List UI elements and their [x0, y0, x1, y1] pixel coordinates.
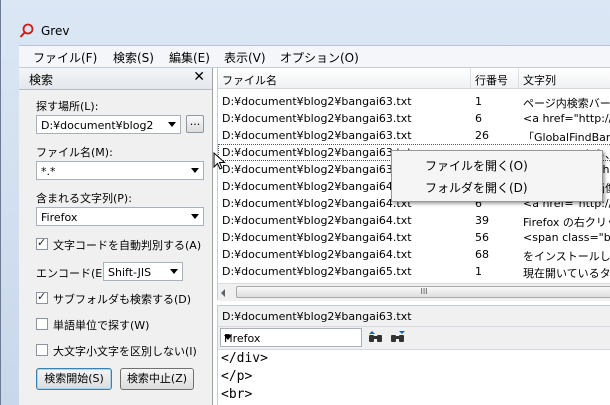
- row-text: <a href="http://w: [523, 112, 610, 125]
- column-filename[interactable]: ファイル名: [222, 72, 277, 88]
- search-panel-title: 検索: [29, 73, 54, 87]
- ignore-case-label: 大文字小文字を区別しない(I): [53, 345, 197, 358]
- results-header: ファイル名 行番号 文字列: [218, 68, 610, 89]
- find-previous-icon[interactable]: [368, 330, 384, 344]
- contains-value: Firefox: [41, 211, 78, 224]
- location-label: 探す場所(L):: [36, 100, 99, 113]
- table-row[interactable]: D:¥document¥blog2¥bangai63.txt 6 <a href…: [218, 110, 610, 127]
- menu-options[interactable]: オプション(O): [280, 49, 359, 66]
- menu-bar: ファイル(F) 検索(S) 編集(E) 表示(V) オプション(O): [19, 45, 610, 68]
- preview-pane: D:¥document¥blog2¥bangai63.txt Firefox <…: [217, 305, 610, 405]
- chevron-down-icon: [168, 122, 176, 127]
- preview-line: <br>: [221, 387, 253, 402]
- chevron-down-icon: [191, 214, 199, 219]
- table-row[interactable]: D:¥document¥blog2¥bangai64.txt 56 <span …: [218, 229, 610, 246]
- find-next-icon[interactable]: [390, 330, 406, 344]
- row-line: 1: [475, 95, 482, 108]
- grev-app-icon: [19, 23, 34, 38]
- close-icon[interactable]: ✕: [193, 69, 205, 85]
- row-line: 39: [475, 214, 489, 227]
- horizontal-scrollbar[interactable]: III: [218, 283, 610, 301]
- search-panel: 検索 ✕ 探す場所(L): D:¥document¥blog2 ... ファイル…: [19, 68, 213, 405]
- table-row[interactable]: D:¥document¥blog2¥bangai64.txt 39 Firefo…: [218, 212, 610, 229]
- menu-file[interactable]: ファイル(F): [33, 49, 97, 66]
- table-row[interactable]: D:¥document¥blog2¥bangai64.txt 68 をインストー…: [218, 246, 610, 263]
- row-file: D:¥document¥blog2¥bangai64.txt: [222, 180, 412, 193]
- chevron-down-icon: [191, 168, 199, 173]
- location-value: D:¥document¥blog2: [41, 119, 154, 132]
- row-file: D:¥document¥blog2¥bangai63.txt: [222, 163, 412, 176]
- row-file: D:¥document¥blog2¥bangai63.txt: [222, 112, 412, 125]
- title-bar[interactable]: Grev: [1, 0, 610, 44]
- encoding-combo[interactable]: Shift-JIS: [103, 262, 183, 281]
- context-menu: ファイルを開く(O) フォルダを開く(D): [391, 150, 603, 202]
- row-file: D:¥document¥blog2¥bangai64.txt: [222, 197, 412, 210]
- auto-detect-checkbox[interactable]: [36, 236, 48, 250]
- preview-path-bar: D:¥document¥blog2¥bangai63.txt: [218, 306, 610, 327]
- start-search-button[interactable]: 検索開始(S): [36, 368, 112, 390]
- browse-button[interactable]: ...: [186, 115, 204, 133]
- column-text[interactable]: 文字列: [523, 72, 556, 88]
- row-file: D:¥document¥blog2¥bangai63.txt: [222, 146, 412, 159]
- row-file: D:¥document¥blog2¥bangai64.txt: [222, 231, 412, 244]
- encoding-label: エンコード(E):: [36, 267, 111, 280]
- grev-window: Grev ファイル(F) 検索(S) 編集(E) 表示(V) オプション(O) …: [0, 0, 610, 405]
- row-line: 56: [475, 231, 489, 244]
- scrollbar-thumb[interactable]: III: [236, 286, 610, 298]
- column-line[interactable]: 行番号: [475, 72, 508, 88]
- contains-combo[interactable]: Firefox: [36, 207, 204, 226]
- preview-search-bar: Firefox: [218, 327, 610, 350]
- mouse-cursor-icon: [213, 152, 226, 170]
- row-file: D:¥document¥blog2¥bangai63.txt: [222, 95, 412, 108]
- row-file: D:¥document¥blog2¥bangai64.txt: [222, 248, 412, 261]
- filename-value: *.*: [41, 165, 56, 178]
- row-file: D:¥document¥blog2¥bangai64.txt: [222, 214, 412, 227]
- stop-search-button[interactable]: 検索中止(Z): [120, 368, 194, 390]
- row-line: 1: [475, 265, 482, 278]
- filename-label: ファイル名(M):: [36, 146, 113, 159]
- row-text: 現在開いているタブ: [523, 267, 610, 280]
- context-open-file[interactable]: ファイルを開く(O): [425, 157, 528, 174]
- preview-line: </div>: [221, 351, 268, 366]
- row-text: をインストールし、Fi: [523, 250, 610, 263]
- column-divider[interactable]: [470, 68, 471, 88]
- encoding-value: Shift-JIS: [108, 266, 152, 279]
- chevron-down-icon: [170, 269, 178, 274]
- table-row[interactable]: D:¥document¥blog2¥bangai63.txt 26 「Globa…: [218, 127, 610, 144]
- row-line: 26: [475, 129, 489, 142]
- row-line: 6: [475, 112, 482, 125]
- subfolders-label: サブフォルダも検索する(D): [53, 293, 192, 306]
- preview-path: D:¥document¥blog2¥bangai63.txt: [222, 310, 412, 323]
- context-open-folder[interactable]: フォルダを開く(D): [425, 179, 528, 196]
- search-panel-header: 検索 ✕: [19, 68, 212, 90]
- table-row[interactable]: D:¥document¥blog2¥bangai65.txt 1 現在開いている…: [218, 263, 610, 280]
- chevron-down-icon: [224, 335, 232, 340]
- whole-word-checkbox[interactable]: [36, 318, 48, 330]
- contains-label: 含まれる文字列(P):: [36, 192, 132, 205]
- row-text: Firefox の右クリック: [523, 216, 610, 229]
- preview-search-combo[interactable]: Firefox: [220, 328, 362, 347]
- column-divider[interactable]: [518, 68, 519, 88]
- scroll-left-arrow-icon[interactable]: [221, 289, 225, 297]
- filename-combo[interactable]: *.*: [36, 161, 204, 180]
- row-text: ページ内検索バー(: [523, 97, 610, 110]
- ignore-case-checkbox[interactable]: [36, 344, 48, 356]
- row-file: D:¥document¥blog2¥bangai65.txt: [222, 265, 412, 278]
- menu-search[interactable]: 検索(S): [113, 49, 154, 66]
- table-row[interactable]: D:¥document¥blog2¥bangai63.txt 1 ページ内検索バ…: [218, 93, 610, 110]
- location-combo[interactable]: D:¥document¥blog2: [36, 115, 181, 134]
- subfolders-checkbox[interactable]: [36, 290, 48, 304]
- client-area: 検索 ✕ 探す場所(L): D:¥document¥blog2 ... ファイル…: [19, 67, 610, 405]
- menu-view[interactable]: 表示(V): [224, 49, 266, 66]
- window-title: Grev: [41, 24, 70, 38]
- menu-edit[interactable]: 編集(E): [169, 49, 210, 66]
- row-text: <span class="box.: [523, 231, 610, 244]
- row-file: D:¥document¥blog2¥bangai63.txt: [222, 129, 412, 142]
- row-text: 「GlobalFindBar」は: [523, 131, 610, 144]
- whole-word-label: 単語単位で探す(W): [53, 319, 150, 332]
- preview-line: </p>: [221, 369, 253, 384]
- row-line: 68: [475, 248, 489, 261]
- auto-detect-label: 文字コードを自動判別する(A): [53, 239, 202, 252]
